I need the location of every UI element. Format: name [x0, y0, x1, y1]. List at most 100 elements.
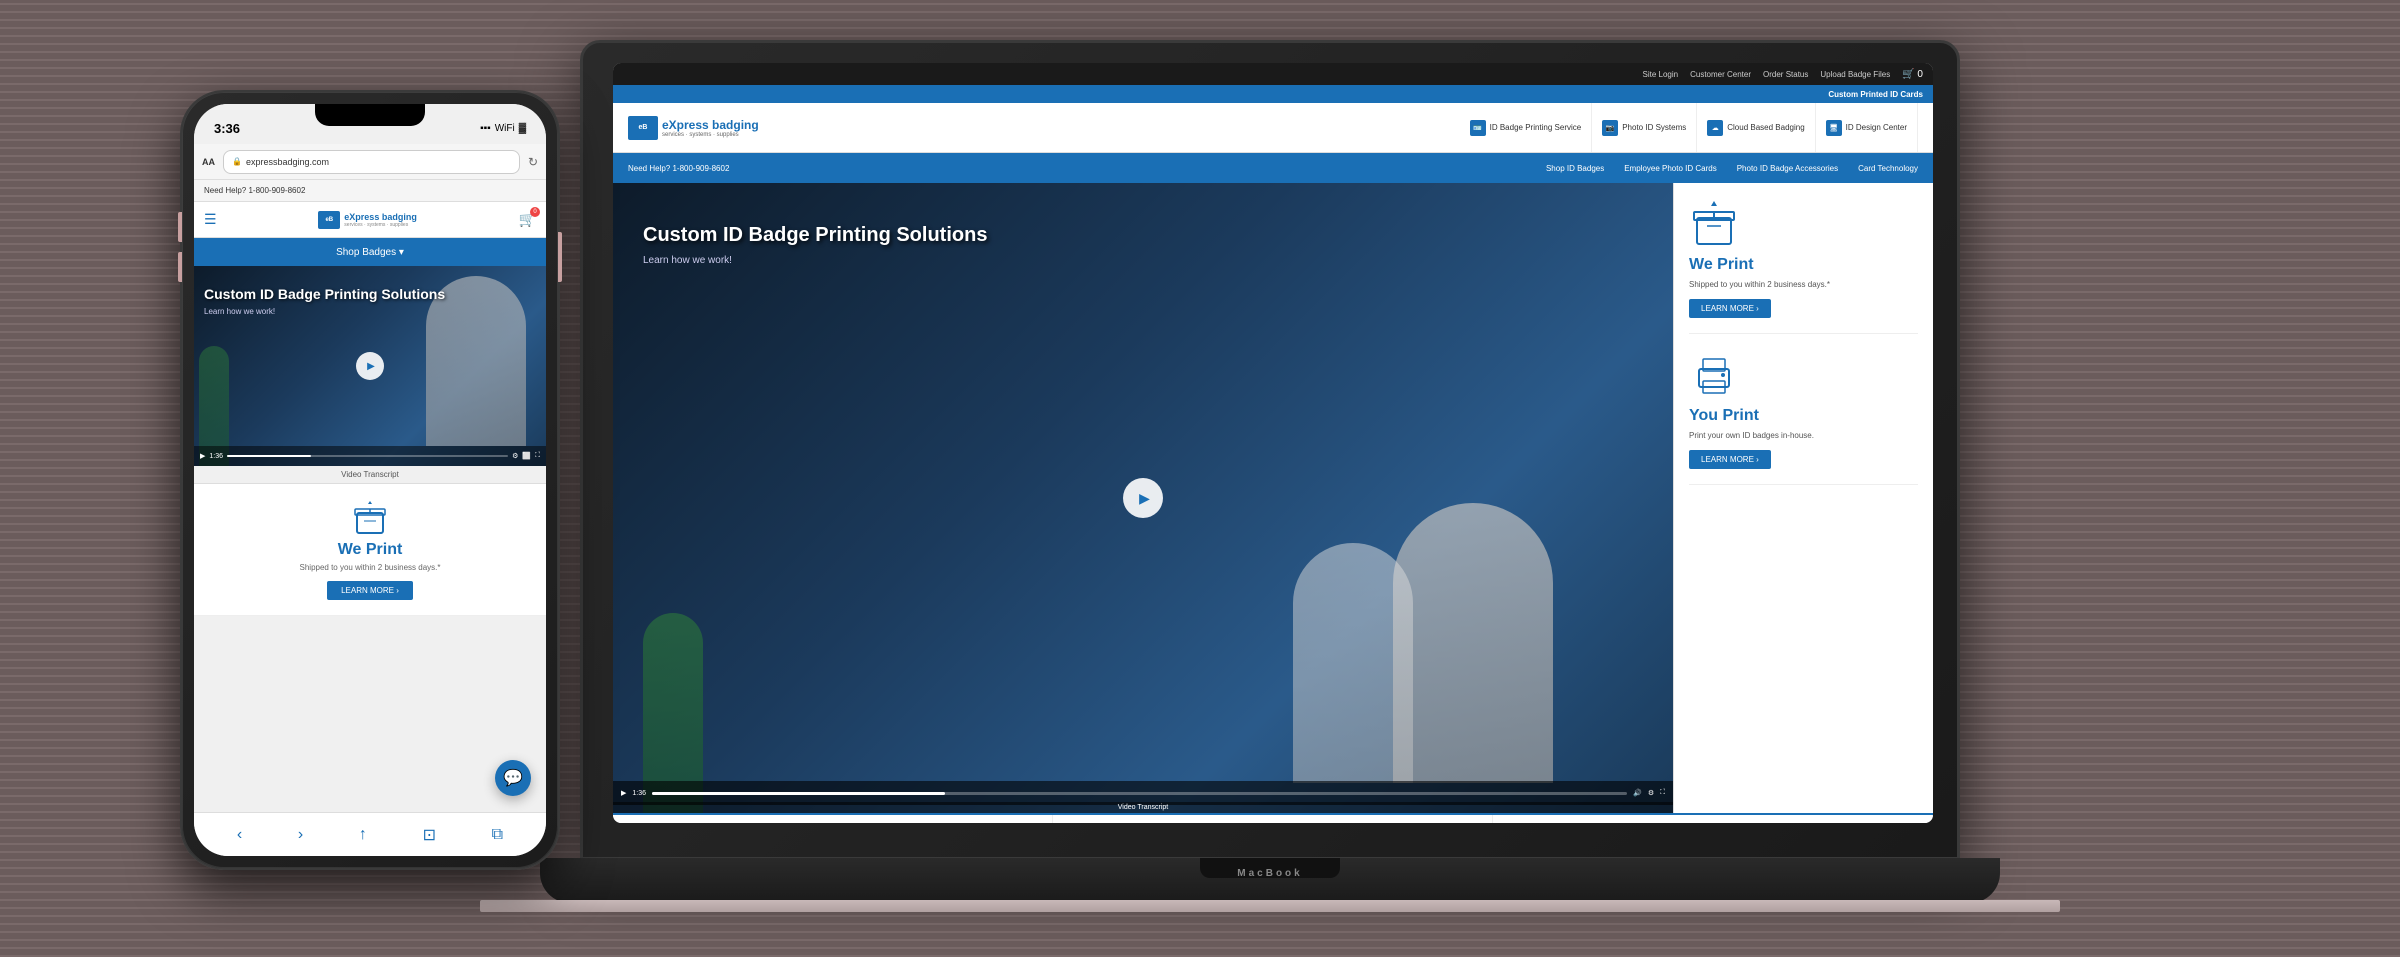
phone-tabs-button[interactable]: ⧉ — [492, 826, 503, 844]
topbar-link-order-status[interactable]: Order Status — [1763, 70, 1808, 79]
phone-bookmarks-button[interactable]: ⊡ — [423, 825, 436, 845]
phone-video-controls: ▶ 1:36 ⚙ ⬜ ⛶ — [194, 446, 546, 466]
phone-help-text: Need Help? 1-800-909-8602 — [204, 186, 305, 195]
site-main: Custom ID Badge Printing Solutions Learn… — [613, 183, 1933, 813]
phone-progress-fill — [227, 455, 311, 457]
nav-item-id-badge-printing[interactable]: 🪪 ID Badge Printing Service — [1460, 103, 1593, 152]
progress-bar[interactable] — [652, 792, 1627, 795]
phone-aa-button[interactable]: AA — [202, 157, 215, 167]
phone-cart-badge: 0 — [530, 207, 540, 217]
we-print-card: We Print Shipped to you within 2 busines… — [1689, 198, 1918, 334]
volume-down-button[interactable] — [178, 252, 182, 282]
you-print-card: You Print Print your own ID badges in-ho… — [1689, 349, 1918, 485]
phone-logo-area: eB eXpress badging services · systems · … — [318, 211, 417, 229]
phone-chat-icon: 💬 — [503, 768, 523, 788]
blue-nav: Shop ID Badges Employee Photo ID Cards P… — [1546, 164, 1918, 173]
you-print-button[interactable]: LEARN MORE › — [1689, 450, 1771, 469]
site-bottom-cards: ‹ Small Business ID Cards Small batches … — [613, 813, 1933, 823]
nav-item-photo-id[interactable]: 📷 Photo ID Systems — [1592, 103, 1697, 152]
phone-transcript-label[interactable]: Video Transcript — [194, 466, 546, 484]
video-transcript-label[interactable]: Video Transcript — [613, 802, 1673, 813]
phone-shop-badges-bar[interactable]: Shop Badges ▾ — [194, 238, 546, 266]
phone-cart-button[interactable]: 🛒 0 — [519, 211, 536, 228]
phone-screen: 3:36 ▪▪▪ WiFi ▓ AA 🔒 expressbadging.com … — [194, 104, 546, 856]
blue-nav-accessories[interactable]: Photo ID Badge Accessories — [1737, 164, 1838, 173]
phone-hero-subtitle: Learn how we work! — [204, 307, 445, 316]
laptop-base — [540, 858, 2000, 903]
topbar-link-upload[interactable]: Upload Badge Files — [1820, 70, 1890, 79]
we-print-button[interactable]: LEARN MORE › — [1689, 299, 1771, 318]
photo-id-icon: 📷 — [1602, 120, 1618, 136]
hero-play-button[interactable] — [1123, 478, 1163, 518]
volume-icon[interactable]: 🔊 — [1633, 789, 1642, 797]
laptop-brand-label: MacBook — [1237, 868, 1302, 879]
hero-person-left — [1293, 543, 1413, 783]
blue-nav-employee[interactable]: Employee Photo ID Cards — [1624, 164, 1717, 173]
phone-share-button[interactable]: ↑ — [359, 826, 367, 844]
phone-browser-bar: AA 🔒 expressbadging.com ↻ — [194, 144, 546, 180]
id-badge-icon: 🪪 — [1470, 120, 1486, 136]
site-header: eB eXpress badging services · systems · … — [613, 103, 1933, 153]
we-print-icon — [1689, 198, 1739, 248]
phone-chat-button[interactable]: 💬 — [495, 760, 531, 796]
phone-forward-button[interactable]: › — [298, 826, 303, 844]
blue-nav-card-tech[interactable]: Card Technology — [1858, 164, 1918, 173]
phone-shop-badges-label: Shop Badges ▾ — [336, 247, 404, 258]
phone-logo-icon: eB — [318, 211, 340, 229]
battery-icon: ▓ — [519, 123, 526, 134]
phone-play-icon: ▶ — [367, 361, 375, 372]
blue-nav-id-badge[interactable]: Shop ID Badges — [1546, 164, 1604, 173]
volume-up-button[interactable] — [178, 212, 182, 242]
phone-fullscreen-icon[interactable]: ⛶ — [535, 452, 540, 460]
phone-learn-more-button[interactable]: LEARN MORE › — [327, 581, 413, 600]
bottom-card-small-business: ‹ Small Business ID Cards Small batches … — [613, 815, 1053, 823]
you-print-icon — [1689, 349, 1739, 399]
phone-we-print-text: Shipped to you within 2 business days.* — [209, 563, 531, 572]
phone-hero-text-block: Custom ID Badge Printing Solutions Learn… — [204, 286, 445, 316]
phone-play-button[interactable]: ▶ — [356, 352, 384, 380]
topbar-cart-icon[interactable]: 🛒 0 — [1902, 69, 1923, 80]
hero-person-right — [1393, 503, 1553, 783]
settings-icon[interactable]: ⚙ — [1648, 789, 1654, 797]
play-icon[interactable]: ▶ — [621, 789, 626, 797]
phone-progress-bar[interactable] — [227, 455, 508, 457]
phone-hamburger-menu[interactable]: ☰ — [204, 211, 217, 228]
phone-url-bar[interactable]: 🔒 expressbadging.com — [223, 150, 520, 174]
logo-sub: services · systems · supplies — [662, 132, 759, 138]
you-print-text: Print your own ID badges in-house. — [1689, 430, 1918, 441]
hero-subtitle: Learn how we work! — [643, 255, 987, 266]
we-print-text: Shipped to you within 2 business days.* — [1689, 279, 1918, 290]
nav-item-cloud-badging[interactable]: ☁ Cloud Based Badging — [1697, 103, 1815, 152]
progress-fill — [652, 792, 945, 795]
phone-lock-icon: 🔒 — [232, 157, 242, 166]
phone-notch — [315, 104, 425, 126]
site-help-bar: Need Help? 1-800-909-8602 Shop ID Badges… — [613, 153, 1933, 183]
hero-text-block: Custom ID Badge Printing Solutions Learn… — [643, 223, 987, 266]
phone-reload-button[interactable]: ↻ — [528, 155, 538, 169]
site-sidebar: We Print Shipped to you within 2 busines… — [1673, 183, 1933, 813]
logo-text: eXpress badging — [662, 118, 759, 132]
phone-status-icons: ▪▪▪ WiFi ▓ — [480, 123, 526, 134]
fullscreen-icon[interactable]: ⛶ — [1660, 789, 1665, 797]
phone-cast-icon[interactable]: ⬜ — [522, 452, 531, 460]
phone-play-ctrl[interactable]: ▶ — [200, 452, 205, 460]
laptop-screen-bezel: Site Login Customer Center Order Status … — [613, 63, 1933, 823]
signal-icon: ▪▪▪ — [480, 123, 491, 134]
video-time: 1:36 — [632, 790, 646, 797]
phone-settings-icon[interactable]: ⚙ — [512, 452, 518, 460]
power-button[interactable] — [558, 232, 562, 282]
phone-back-button[interactable]: ‹ — [237, 826, 242, 844]
phone-we-print-section: We Print Shipped to you within 2 busines… — [194, 484, 546, 616]
laptop-table-surface — [480, 900, 2060, 912]
nav-item-id-design[interactable]: 🖥 ID Design Center — [1816, 103, 1918, 152]
phone-help-bar: Need Help? 1-800-909-8602 — [194, 180, 546, 202]
phone-bottom-nav: ‹ › ↑ ⊡ ⧉ — [194, 812, 546, 856]
laptop-screen: Site Login Customer Center Order Status … — [613, 63, 1933, 823]
site-hero: Custom ID Badge Printing Solutions Learn… — [613, 183, 1673, 813]
site-topbar: Site Login Customer Center Order Status … — [613, 63, 1933, 85]
design-icon: 🖥 — [1826, 120, 1842, 136]
topbar-link-site-login[interactable]: Site Login — [1643, 70, 1679, 79]
we-print-title: We Print — [1689, 256, 1918, 274]
phone-site-header: ☰ eB eXpress badging services · systems … — [194, 202, 546, 238]
topbar-link-customer-center[interactable]: Customer Center — [1690, 70, 1751, 79]
